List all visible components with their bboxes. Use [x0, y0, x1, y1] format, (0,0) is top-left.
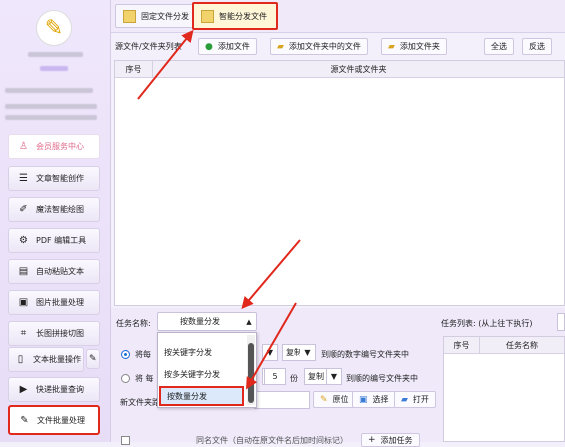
guide-arrows	[137, 29, 301, 390]
arrow-to-count-option	[245, 302, 297, 390]
arrow-to-smart-tab	[137, 29, 194, 100]
arrow-to-task-select	[241, 239, 301, 310]
